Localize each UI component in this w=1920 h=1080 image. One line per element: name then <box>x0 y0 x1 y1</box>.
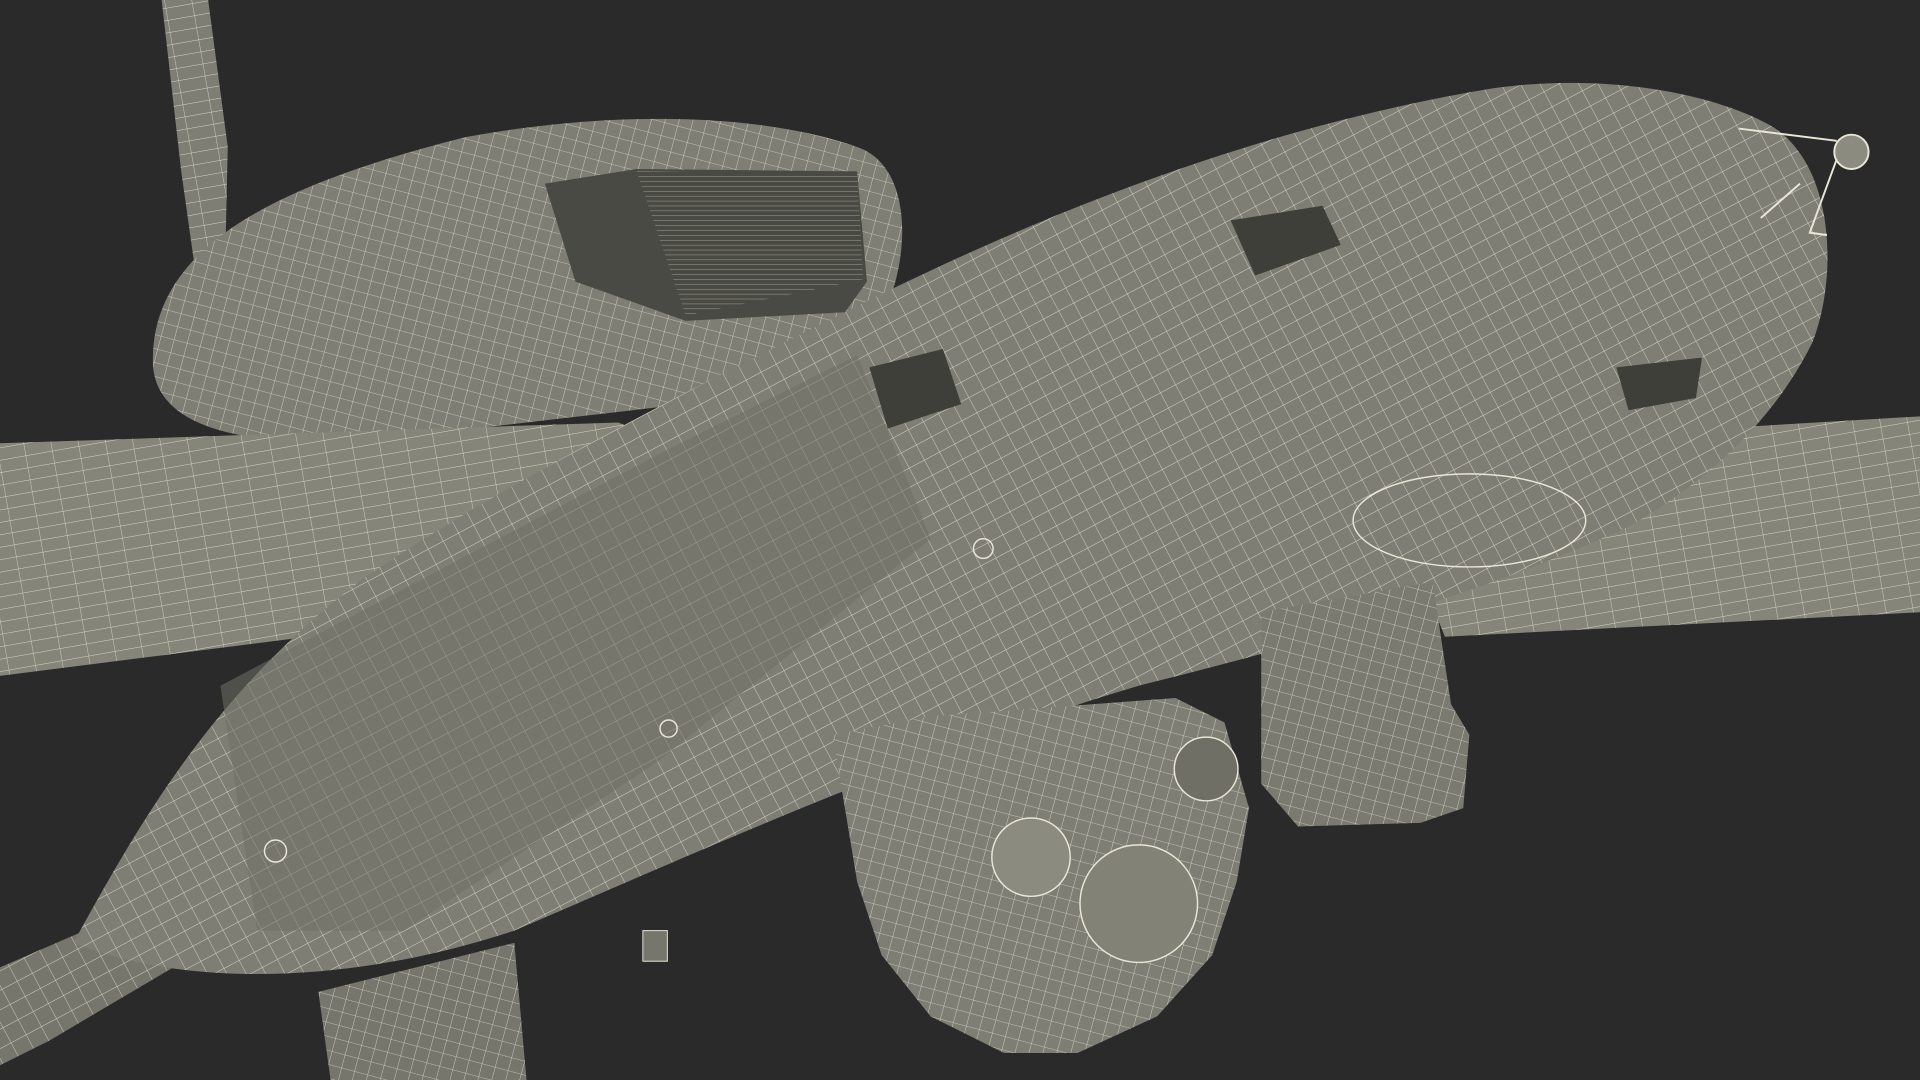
sensor-lens-aux <box>1173 736 1239 802</box>
sensor-lens-large <box>1079 844 1199 964</box>
aircraft-wireframe-render <box>0 0 1920 1080</box>
underside-antenna <box>642 930 668 962</box>
sensor-lens-small <box>991 817 1071 898</box>
